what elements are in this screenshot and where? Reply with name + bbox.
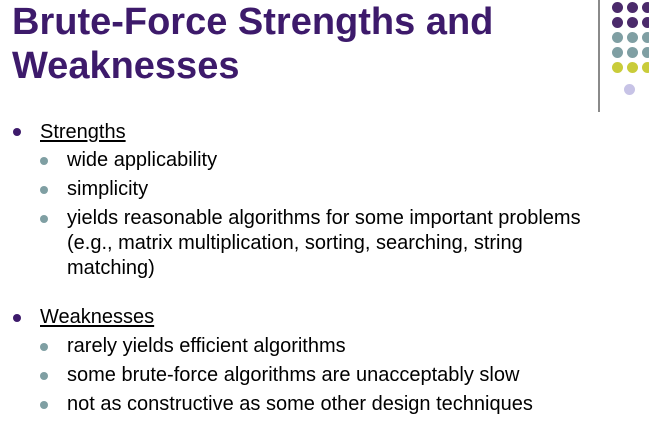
item-bullet [40,215,48,223]
list-item: wide applicability [67,149,218,171]
section-heading-strengths: Strengths [40,121,126,143]
item-bullet [40,372,48,380]
item-bullet [40,186,48,194]
list-item-line: (e.g., matrix multiplication, sorting, s… [67,232,523,254]
list-item: simplicity [67,178,149,200]
slide-body: Strengths wide applicability simplicity … [0,0,649,432]
list-item-line: yields reasonable algorithms for some im… [67,207,581,229]
section-bullet [13,128,21,136]
item-bullet [40,401,48,409]
item-bullet [40,343,48,351]
section-bullet [13,314,21,322]
list-item: not as constructive as some other design… [67,393,533,415]
list-item: rarely yields efficient algorithms [67,335,346,357]
list-item: some brute-force algorithms are unaccept… [67,364,520,386]
item-bullet [40,157,48,165]
section-heading-weaknesses: Weaknesses [40,306,155,328]
list-item-line: matching) [67,257,155,279]
